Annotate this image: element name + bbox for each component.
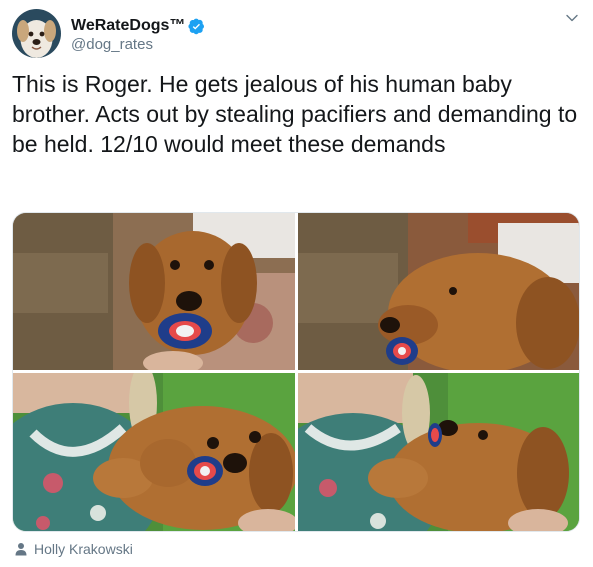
photo-3[interactable] — [13, 373, 295, 531]
photo-1[interactable] — [13, 213, 295, 370]
photo-credit: Holly Krakowski — [14, 541, 133, 557]
photo-2[interactable] — [298, 213, 579, 370]
chevron-down-icon[interactable] — [565, 11, 579, 25]
author-handle[interactable]: @dog_rates — [71, 36, 153, 54]
puppy-held-with-pacifier-photo-icon — [13, 373, 295, 531]
tweet-header: WeRateDogs™ @dog_rates — [12, 9, 581, 61]
display-name-text: WeRateDogs™ — [71, 17, 186, 34]
avatar[interactable] — [12, 9, 61, 58]
author-display-name[interactable]: WeRateDogs™ — [71, 16, 205, 36]
media-grid — [12, 212, 580, 532]
puppy-held-sideways-photo-icon — [298, 373, 579, 531]
puppy-with-pacifier-side-photo-icon — [298, 213, 579, 370]
tweet-text: This is Roger. He gets jealous of his hu… — [12, 71, 578, 157]
dog-avatar-icon — [12, 9, 61, 58]
photo-4[interactable] — [298, 373, 579, 531]
puppy-with-pacifier-photo-icon — [13, 213, 295, 370]
verified-badge-icon — [188, 18, 205, 34]
photo-credit-name[interactable]: Holly Krakowski — [34, 541, 133, 557]
person-icon — [15, 543, 27, 556]
